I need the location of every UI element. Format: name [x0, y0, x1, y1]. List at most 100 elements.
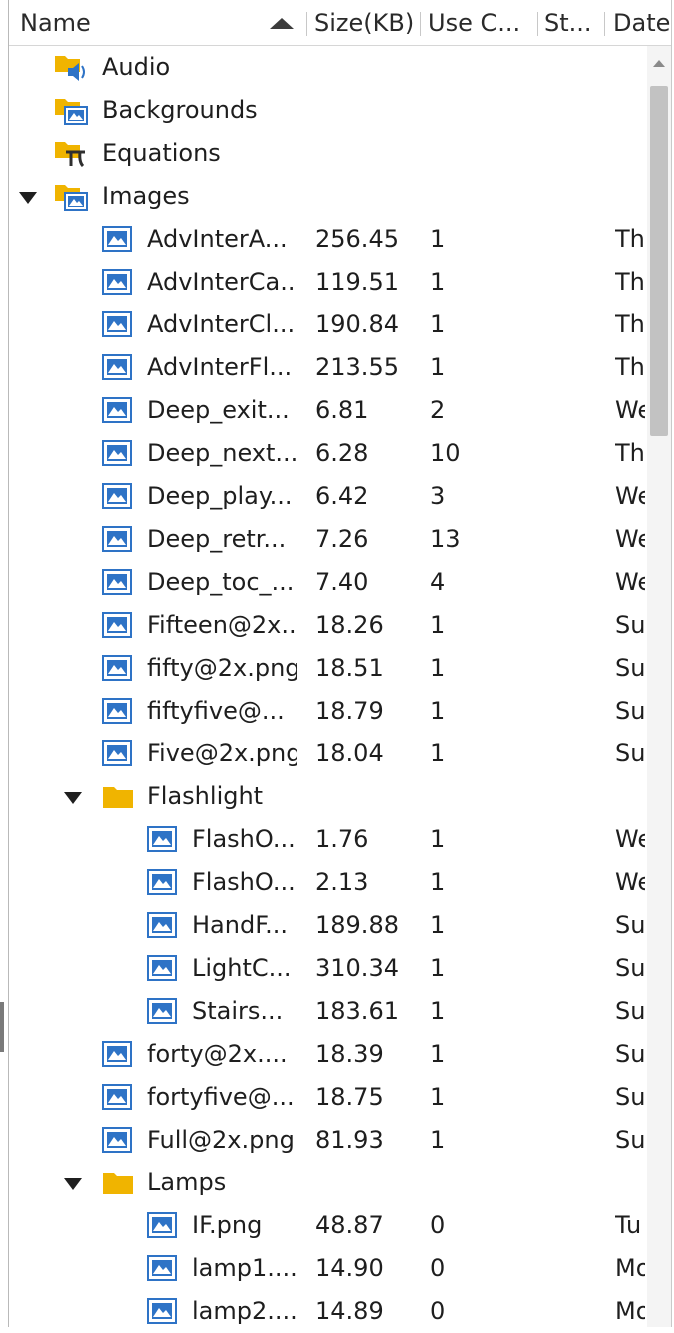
tree-row[interactable]: Deep_toc_... 7.40 4 We: [9, 561, 647, 604]
item-use-count: 1: [430, 353, 446, 382]
name-column-header[interactable]: Name: [20, 0, 265, 46]
tree-row[interactable]: Flashlight: [9, 775, 647, 818]
image-file-icon: [102, 611, 132, 642]
vertical-scrollbar[interactable]: [647, 46, 671, 1327]
item-name: Audio: [102, 53, 171, 81]
item-date: [615, 46, 645, 89]
tree-row[interactable]: Deep_play... 6.42 3 We: [9, 475, 647, 518]
tree-row[interactable]: Deep_exit... 6.81 2 We: [9, 389, 647, 432]
item-date: Th: [615, 439, 645, 468]
item-name: Flashlight: [147, 782, 264, 811]
image-file-icon: [147, 954, 177, 985]
item-name: fortyfive@...: [147, 1082, 295, 1111]
column-separator[interactable]: [537, 12, 538, 36]
item-use-count: 1: [430, 953, 446, 982]
item-size: 6.81: [315, 396, 369, 425]
image-file-icon: [147, 1298, 177, 1328]
item-date: [615, 1161, 645, 1204]
expand-arrow-icon[interactable]: [64, 1178, 82, 1191]
item-date: Su: [615, 610, 645, 639]
tree-row[interactable]: Backgrounds: [9, 89, 647, 132]
item-name: Stairs...: [192, 996, 284, 1025]
item-date: Su: [615, 1082, 645, 1111]
column-separator[interactable]: [604, 12, 605, 36]
item-size: 310.34: [315, 953, 399, 982]
item-date: Th: [615, 267, 645, 296]
item-name: FlashO...: [192, 825, 296, 854]
image-file-icon: [102, 740, 132, 770]
tree-row[interactable]: Stairs... 183.61 1 Su: [9, 990, 647, 1033]
tree-row[interactable]: AdvInterFl... 213.55 1 Th: [9, 346, 647, 389]
tree-row[interactable]: forty@2x.... 18.39 1 Su: [9, 1033, 647, 1076]
expand-arrow-icon[interactable]: [64, 792, 82, 805]
item-use-count: 0: [430, 1211, 446, 1240]
item-date: We: [615, 868, 645, 897]
item-size: 18.51: [315, 653, 384, 682]
item-name: Deep_retr...: [147, 524, 287, 553]
expand-arrow-icon[interactable]: [19, 191, 37, 204]
tree-row[interactable]: fortyfive@... 18.75 1 Su: [9, 1076, 647, 1119]
size-column-header[interactable]: Size(KB): [314, 0, 418, 46]
item-name: Five@2x.png: [147, 739, 297, 768]
column-header-bar: Name Size(KB) Use C... St... Date: [9, 0, 671, 46]
sort-ascending-icon[interactable]: [270, 18, 294, 29]
tree-row[interactable]: Deep_next... 6.28 10 Th: [9, 432, 647, 475]
tree-row[interactable]: Audio: [9, 46, 647, 89]
item-use-count: 1: [430, 610, 446, 639]
item-date: Su: [615, 653, 645, 682]
item-size: 2.13: [315, 868, 369, 897]
tree-row[interactable]: Lamps: [9, 1161, 647, 1204]
item-name: Images: [102, 181, 190, 210]
item-name: Deep_exit...: [147, 396, 290, 425]
item-size: 7.26: [315, 524, 369, 553]
item-date: [615, 175, 645, 218]
image-file-icon: [147, 869, 177, 899]
item-name: Deep_play...: [147, 482, 293, 510]
tree-row[interactable]: AdvInterA... 256.45 1 Th: [9, 218, 647, 261]
tree-row[interactable]: Images: [9, 175, 647, 218]
image-file-icon: [147, 826, 177, 856]
window-edge-marker: [0, 1002, 4, 1052]
tree-row[interactable]: Full@2x.png 81.93 1 Su: [9, 1119, 647, 1162]
tree-row[interactable]: FlashO... 1.76 1 We: [9, 818, 647, 861]
item-date: [615, 132, 645, 175]
date-column-header[interactable]: Date: [613, 0, 671, 46]
tree-row[interactable]: LightC... 310.34 1 Su: [9, 947, 647, 990]
image-file-icon: [102, 225, 132, 256]
item-name: fifty@2x.png: [147, 653, 297, 682]
tree-row[interactable]: fifty@2x.png 18.51 1 Su: [9, 647, 647, 690]
item-date: We: [615, 524, 645, 553]
tree-row[interactable]: Fifteen@2x... 18.26 1 Su: [9, 604, 647, 647]
tree-row[interactable]: fiftyfive@... 18.79 1 Su: [9, 690, 647, 733]
image-file-icon: [102, 697, 132, 728]
tree-row[interactable]: FlashO... 2.13 1 We: [9, 861, 647, 904]
scroll-up-arrow-icon[interactable]: [653, 60, 665, 67]
scrollbar-thumb[interactable]: [650, 86, 668, 436]
tree-row[interactable]: Equations: [9, 132, 647, 175]
item-use-count: 1: [430, 653, 446, 682]
item-name: Deep_toc_...: [147, 567, 295, 596]
item-size: 6.28: [315, 439, 369, 468]
item-date: Su: [615, 1039, 645, 1068]
tree-row[interactable]: HandF... 189.88 1 Su: [9, 904, 647, 947]
column-separator[interactable]: [306, 12, 307, 36]
tree-row[interactable]: IF.png 48.87 0 Tu: [9, 1204, 647, 1247]
image-folder-icon: [54, 183, 88, 215]
status-column-header[interactable]: St...: [544, 0, 601, 46]
folder-icon: [102, 783, 134, 813]
tree-row[interactable]: AdvInterCl... 190.84 1 Th: [9, 303, 647, 346]
item-size: 256.45: [315, 224, 399, 253]
item-use-count: 1: [430, 868, 446, 897]
tree-row[interactable]: lamp1.... 14.90 0 Mo: [9, 1247, 647, 1290]
image-file-icon: [102, 568, 132, 599]
item-use-count: 1: [430, 310, 446, 339]
image-file-icon: [147, 997, 177, 1028]
tree-row[interactable]: Five@2x.png 18.04 1 Su: [9, 732, 647, 775]
tree-row[interactable]: AdvInterCa... 119.51 1 Th: [9, 261, 647, 304]
column-separator[interactable]: [420, 12, 421, 36]
use-count-column-header[interactable]: Use C...: [428, 0, 534, 46]
item-size: 190.84: [315, 310, 399, 339]
item-size: 183.61: [315, 996, 399, 1025]
item-date: Su: [615, 996, 645, 1025]
tree-row[interactable]: Deep_retr... 7.26 13 We: [9, 518, 647, 561]
